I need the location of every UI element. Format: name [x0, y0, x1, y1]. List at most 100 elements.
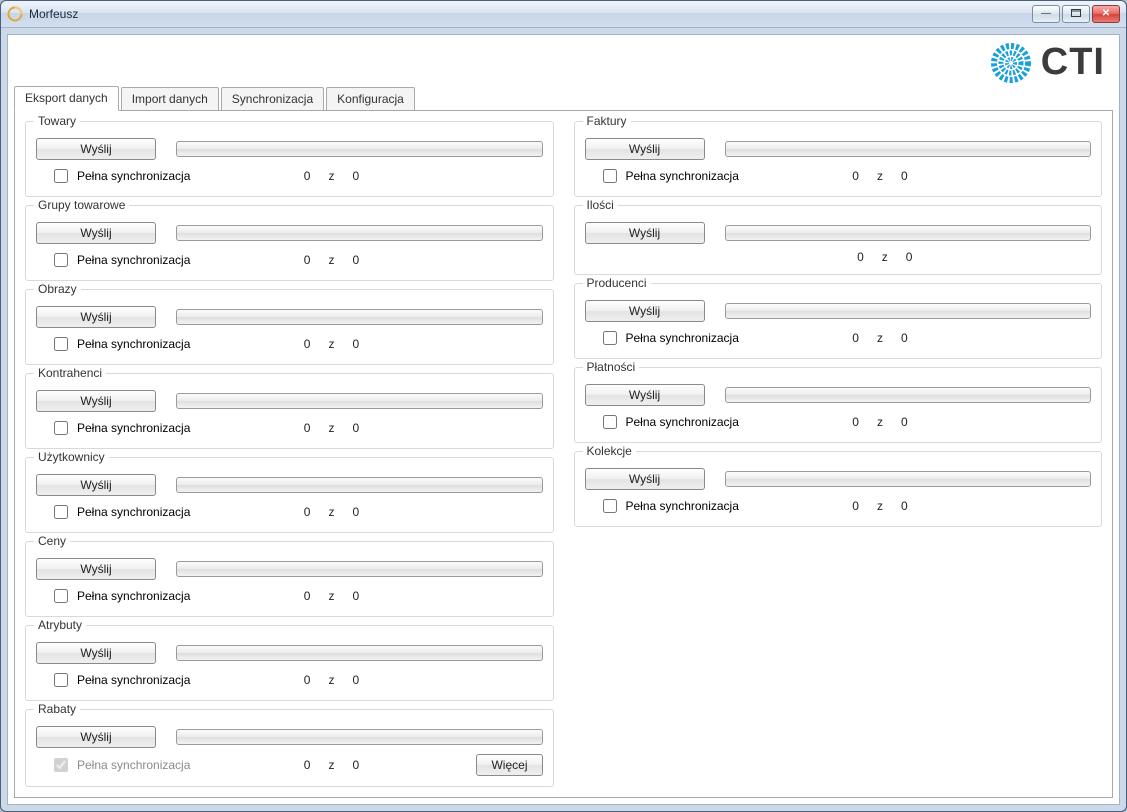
full-sync-checkbox-faktury[interactable]: Pełna synchronizacja — [599, 166, 739, 186]
counter-of: z — [328, 673, 334, 687]
counter-of: z — [877, 415, 883, 429]
send-button-uzytkownicy[interactable]: Wyślij — [36, 474, 156, 496]
group-obrazy: ObrazyWyślijPełna synchronizacja0z0 — [25, 289, 554, 365]
tab-konfiguracja[interactable]: Konfiguracja — [326, 87, 415, 111]
counter-total: 0 — [352, 589, 359, 603]
tab-synchronizacja[interactable]: Synchronizacja — [221, 87, 324, 111]
counter-done: 0 — [304, 505, 311, 519]
counter-total: 0 — [352, 673, 359, 687]
progress-patnosci — [725, 387, 1092, 403]
progress-atrybuty — [176, 645, 543, 661]
full-sync-checkbox-producenci[interactable]: Pełna synchronizacja — [599, 328, 739, 348]
counter-total: 0 — [352, 253, 359, 267]
maximize-button[interactable] — [1062, 5, 1090, 23]
full-sync-checkbox-rabaty[interactable]: Pełna synchronizacja — [50, 755, 190, 775]
send-button-towary[interactable]: Wyślij — [36, 138, 156, 160]
group-title: Rabaty — [34, 702, 80, 716]
app-icon — [7, 6, 23, 22]
window-frame: Morfeusz — ✕ CTI — [0, 0, 1127, 812]
full-sync-label: Pełna synchronizacja — [77, 589, 190, 603]
counter-of: z — [877, 499, 883, 513]
group-title: Grupy towarowe — [34, 198, 129, 212]
more-button-rabaty[interactable]: Więcej — [476, 754, 542, 776]
full-sync-checkbox-towary[interactable]: Pełna synchronizacja — [50, 166, 190, 186]
tab-import-danych[interactable]: Import danych — [121, 87, 219, 111]
full-sync-checkbox-ceny[interactable]: Pełna synchronizacja — [50, 586, 190, 606]
group-patnosci: PłatnościWyślijPełna synchronizacja0z0 — [574, 367, 1103, 443]
send-button-kontrahenci[interactable]: Wyślij — [36, 390, 156, 412]
group-kolekcje: KolekcjeWyślijPełna synchronizacja0z0 — [574, 451, 1103, 527]
counter-done: 0 — [852, 331, 859, 345]
group-atrybuty: AtrybutyWyślijPełna synchronizacja0z0 — [25, 625, 554, 701]
counter-done: 0 — [852, 499, 859, 513]
tab-eksport-danych[interactable]: Eksport danych — [14, 86, 119, 111]
counter-atrybuty: 0z0 — [190, 673, 472, 687]
counter-done: 0 — [852, 415, 859, 429]
send-button-producenci[interactable]: Wyślij — [585, 300, 705, 322]
minimize-button[interactable]: — — [1032, 5, 1060, 23]
send-button-rabaty[interactable]: Wyślij — [36, 726, 156, 748]
counter-producenci: 0z0 — [739, 331, 1021, 345]
counter-of: z — [328, 589, 334, 603]
counter-of: z — [328, 421, 334, 435]
window-title: Morfeusz — [29, 7, 78, 21]
full-sync-checkbox-grupy-towarowe[interactable]: Pełna synchronizacja — [50, 250, 190, 270]
full-sync-label: Pełna synchronizacja — [77, 169, 190, 183]
send-button-ilosci[interactable]: Wyślij — [585, 222, 705, 244]
progress-uzytkownicy — [176, 477, 543, 493]
logo-mark-icon — [991, 43, 1031, 83]
group-title: Atrybuty — [34, 618, 86, 632]
close-icon: ✕ — [1102, 9, 1110, 19]
counter-ilosci: 0z0 — [749, 250, 1022, 264]
group-title: Ilości — [583, 198, 618, 212]
full-sync-checkbox-uzytkownicy[interactable]: Pełna synchronizacja — [50, 502, 190, 522]
counter-done: 0 — [857, 250, 864, 264]
counter-done: 0 — [304, 589, 311, 603]
counter-total: 0 — [901, 499, 908, 513]
counter-total: 0 — [901, 415, 908, 429]
counter-towary: 0z0 — [190, 169, 472, 183]
progress-rabaty — [176, 729, 543, 745]
counter-of: z — [328, 253, 334, 267]
group-title: Ceny — [34, 534, 70, 548]
counter-patnosci: 0 z 0 — [739, 415, 1021, 429]
full-sync-checkbox-patnosci[interactable]: Pełna synchronizacja — [599, 412, 739, 432]
maximize-icon — [1071, 9, 1081, 20]
counter-done: 0 — [304, 421, 311, 435]
titlebar[interactable]: Morfeusz — ✕ — [1, 1, 1126, 28]
full-sync-checkbox-obrazy[interactable]: Pełna synchronizacja — [50, 334, 190, 354]
counter-done: 0 — [304, 253, 311, 267]
counter-kontrahenci: 0z0 — [190, 421, 472, 435]
counter-done: 0 — [304, 169, 311, 183]
counter-faktury: 0z0 — [739, 169, 1021, 183]
send-button-patnosci[interactable]: Wyślij — [585, 384, 705, 406]
full-sync-checkbox-kontrahenci[interactable]: Pełna synchronizacja — [50, 418, 190, 438]
counter-grupy-towarowe: 0 z 0 — [190, 253, 472, 267]
close-button[interactable]: ✕ — [1092, 5, 1120, 23]
send-button-kolekcje[interactable]: Wyślij — [585, 468, 705, 490]
send-button-faktury[interactable]: Wyślij — [585, 138, 705, 160]
send-button-grupy-towarowe[interactable]: Wyślij — [36, 222, 156, 244]
full-sync-label: Pełna synchronizacja — [77, 505, 190, 519]
group-title: Obrazy — [34, 282, 81, 296]
group-title: Płatności — [583, 360, 640, 374]
full-sync-checkbox-kolekcje[interactable]: Pełna synchronizacja — [599, 496, 739, 516]
client-area: CTI Eksport danychImport danychSynchroni… — [7, 34, 1120, 805]
tabstrip: Eksport danychImport danychSynchronizacj… — [14, 86, 1113, 111]
send-button-ceny[interactable]: Wyślij — [36, 558, 156, 580]
full-sync-label: Pełna synchronizacja — [77, 758, 190, 772]
full-sync-checkbox-atrybuty[interactable]: Pełna synchronizacja — [50, 670, 190, 690]
group-title: Faktury — [583, 114, 631, 128]
send-button-atrybuty[interactable]: Wyślij — [36, 642, 156, 664]
progress-producenci — [725, 303, 1092, 319]
group-kontrahenci: KontrahenciWyślijPełna synchronizacja0z0 — [25, 373, 554, 449]
send-button-obrazy[interactable]: Wyślij — [36, 306, 156, 328]
progress-kontrahenci — [176, 393, 543, 409]
group-faktury: FakturyWyślijPełna synchronizacja0z0 — [574, 121, 1103, 197]
logo: CTI — [991, 41, 1105, 84]
full-sync-label: Pełna synchronizacja — [77, 337, 190, 351]
full-sync-label: Pełna synchronizacja — [77, 673, 190, 687]
progress-kolekcje — [725, 471, 1092, 487]
counter-total: 0 — [906, 250, 913, 264]
progress-obrazy — [176, 309, 543, 325]
